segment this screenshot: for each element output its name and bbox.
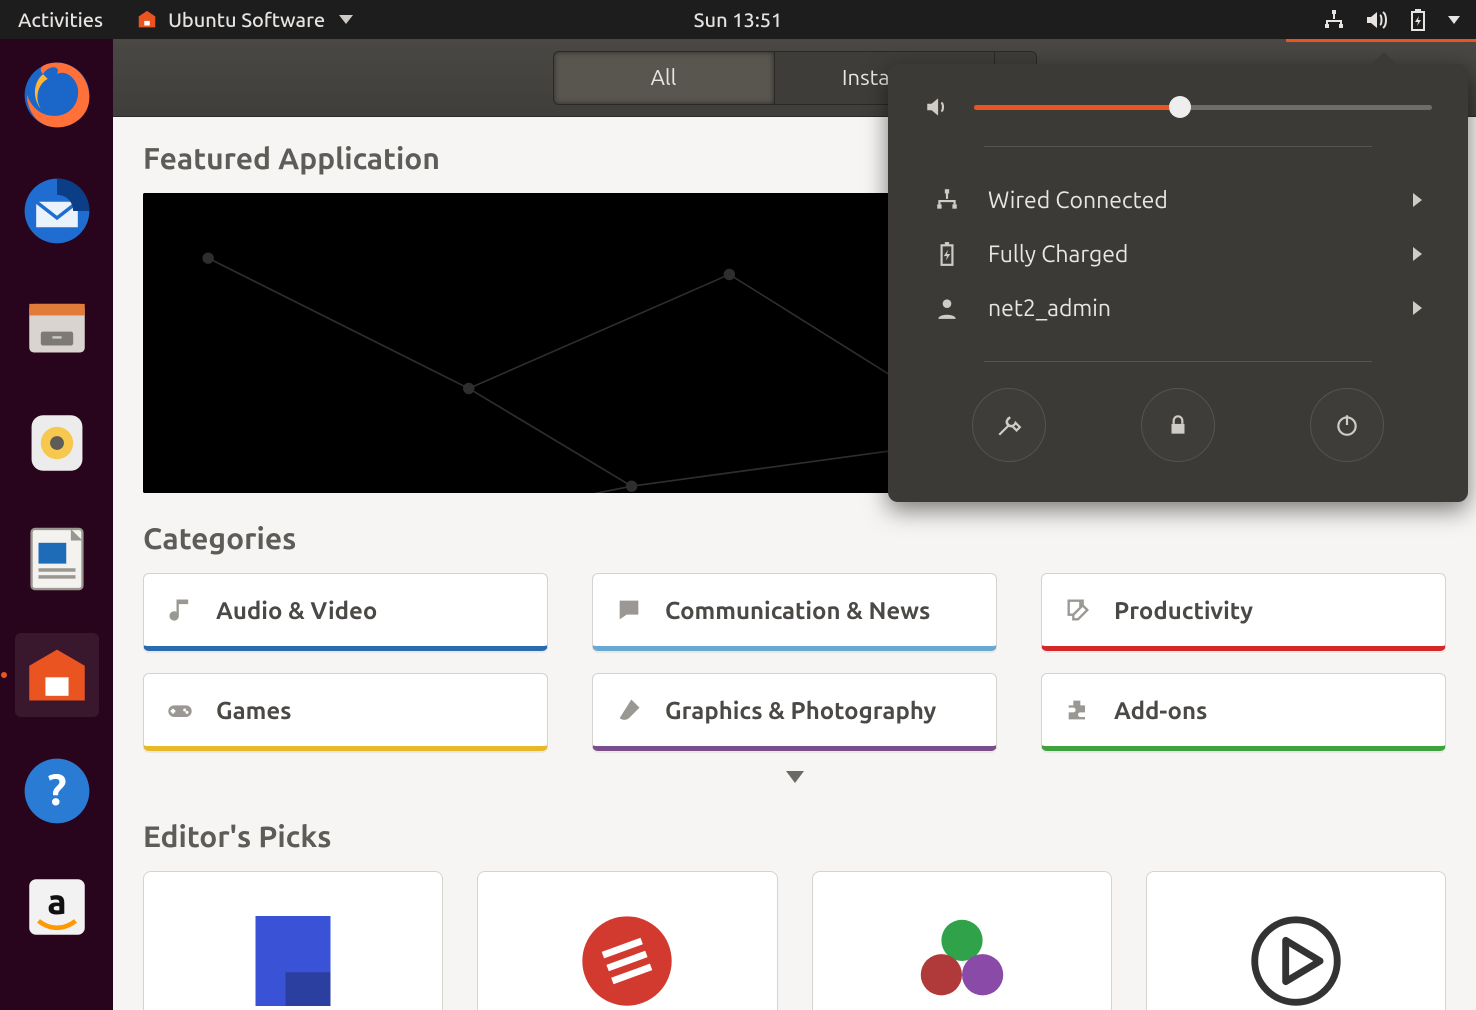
svg-text:?: ?	[47, 765, 66, 814]
top-bar: Activities Ubuntu Software Sun 13:51	[0, 0, 1476, 39]
volume-fill	[974, 105, 1180, 110]
categories-grid: Audio & Video Communication & News Produ…	[143, 573, 1446, 751]
dock: ? a	[0, 39, 113, 1010]
divider	[984, 361, 1372, 362]
chevron-down-icon	[339, 15, 353, 24]
app-menu[interactable]: Ubuntu Software	[121, 8, 368, 31]
music-note-icon	[166, 596, 194, 624]
settings-button[interactable]	[972, 388, 1046, 462]
category-communication-news[interactable]: Communication & News	[592, 573, 997, 651]
dock-app-amazon[interactable]: a	[15, 865, 99, 949]
pick-item[interactable]	[143, 871, 443, 1010]
gamepad-icon	[166, 696, 194, 724]
divider	[984, 146, 1372, 147]
volume-thumb[interactable]	[1169, 96, 1191, 118]
activities-button[interactable]: Activities	[0, 8, 121, 31]
battery-icon	[1406, 8, 1430, 32]
speech-bubble-icon	[615, 596, 643, 624]
chevron-right-icon	[1413, 247, 1422, 261]
user-icon	[934, 295, 960, 321]
category-label: Games	[216, 697, 291, 724]
system-tray[interactable]	[1322, 8, 1476, 32]
dock-app-files[interactable]	[15, 285, 99, 369]
chevron-right-icon	[1413, 301, 1422, 315]
category-label: Add-ons	[1114, 697, 1207, 724]
power-icon	[1334, 412, 1360, 438]
volume-slider[interactable]	[974, 105, 1432, 110]
volume-icon	[924, 94, 950, 120]
dock-app-ubuntu-software[interactable]	[15, 633, 99, 717]
puzzle-icon	[1064, 696, 1092, 724]
menu-label: net2_admin	[988, 296, 1111, 321]
category-games[interactable]: Games	[143, 673, 548, 751]
lock-icon	[1165, 412, 1191, 438]
tray-active-indicator	[1286, 39, 1476, 42]
chevron-down-icon	[1448, 16, 1460, 24]
dock-app-rhythmbox[interactable]	[15, 401, 99, 485]
dock-app-thunderbird[interactable]	[15, 169, 99, 253]
menu-label: Fully Charged	[988, 242, 1128, 267]
chevron-down-icon	[786, 771, 804, 783]
svg-text:a: a	[47, 882, 66, 921]
category-graphics-photography[interactable]: Graphics & Photography	[592, 673, 997, 751]
battery-icon	[934, 241, 960, 267]
ubuntu-software-icon	[136, 9, 158, 31]
menu-label: Wired Connected	[988, 188, 1168, 213]
category-label: Communication & News	[665, 597, 930, 624]
category-label: Audio & Video	[216, 597, 377, 624]
brush-icon	[615, 696, 643, 724]
lock-button[interactable]	[1141, 388, 1215, 462]
volume-icon	[1364, 8, 1388, 32]
menu-user[interactable]: net2_admin	[924, 281, 1432, 335]
clock[interactable]: Sun 13:51	[694, 8, 783, 31]
menu-power-status[interactable]: Fully Charged	[924, 227, 1432, 281]
category-label: Graphics & Photography	[665, 697, 936, 724]
editors-picks-grid	[143, 871, 1446, 1010]
category-productivity[interactable]: Productivity	[1041, 573, 1446, 651]
pick-item[interactable]	[812, 871, 1112, 1010]
menu-network[interactable]: Wired Connected	[924, 173, 1432, 227]
categories-expand[interactable]	[143, 751, 1446, 791]
chevron-right-icon	[1413, 193, 1422, 207]
dock-app-libreoffice-writer[interactable]	[15, 517, 99, 601]
dock-app-firefox[interactable]	[15, 53, 99, 137]
pick-item[interactable]	[477, 871, 777, 1010]
network-icon	[934, 187, 960, 213]
category-label: Productivity	[1114, 597, 1253, 624]
pick-item[interactable]	[1146, 871, 1446, 1010]
edit-square-icon	[1064, 596, 1092, 624]
category-audio-video[interactable]: Audio & Video	[143, 573, 548, 651]
dock-app-help[interactable]: ?	[15, 749, 99, 833]
volume-row	[924, 94, 1432, 120]
action-row	[924, 388, 1432, 462]
network-icon	[1322, 8, 1346, 32]
system-menu-popover: Wired Connected Fully Charged net2_admin	[888, 64, 1468, 502]
tools-icon	[996, 412, 1022, 438]
tab-all[interactable]: All	[554, 52, 774, 104]
category-add-ons[interactable]: Add-ons	[1041, 673, 1446, 751]
app-menu-label: Ubuntu Software	[168, 8, 325, 31]
power-button[interactable]	[1310, 388, 1384, 462]
editors-picks-heading: Editor's Picks	[143, 819, 1446, 853]
categories-heading: Categories	[143, 521, 1446, 555]
